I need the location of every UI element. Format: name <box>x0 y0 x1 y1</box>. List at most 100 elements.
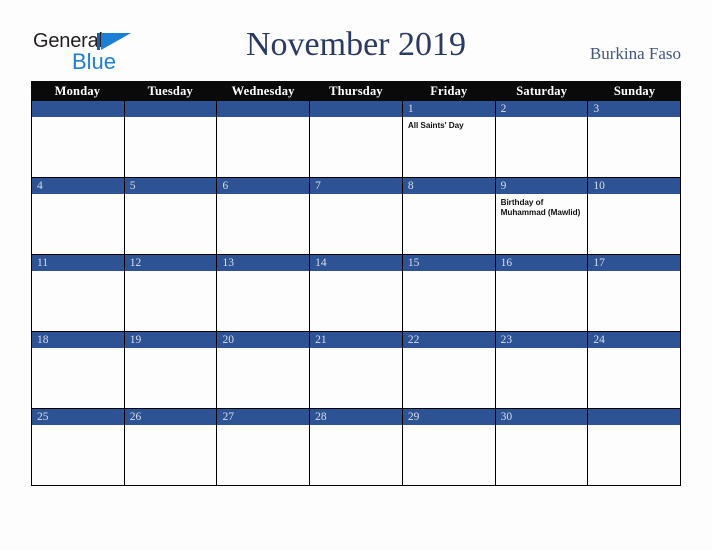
calendar-day-cell-1[interactable]: 1 All Saints' Day <box>402 101 496 178</box>
day-events <box>496 425 588 485</box>
calendar-day-cell-3[interactable]: 3 <box>588 101 681 178</box>
day-number: 13 <box>217 255 310 271</box>
day-events <box>310 348 402 408</box>
day-number: 17 <box>588 255 681 271</box>
calendar-day-cell-9[interactable]: 9 Birthday of Muhammad (Mawlid) <box>495 178 589 255</box>
calendar-day-cell-19[interactable]: 19 <box>124 332 218 409</box>
day-events <box>310 271 402 331</box>
calendar-day-cell-16[interactable]: 16 <box>495 255 589 332</box>
calendar-day-cell-15[interactable]: 15 <box>402 255 496 332</box>
day-number: 19 <box>124 332 217 348</box>
calendar-day-cell-4[interactable]: 4 <box>32 178 125 255</box>
country-label: Burkina Faso <box>589 44 681 63</box>
day-number: 26 <box>124 409 217 425</box>
day-number: 12 <box>124 255 217 271</box>
day-events <box>588 194 680 254</box>
calendar-day-cell-22[interactable]: 22 <box>402 332 496 409</box>
day-events <box>588 117 680 177</box>
day-number: 20 <box>217 332 310 348</box>
calendar-day-cell-18[interactable]: 18 <box>32 332 125 409</box>
day-number: 3 <box>588 101 681 117</box>
day-events <box>125 271 217 331</box>
calendar-week-row: 25 26 27 28 29 30 <box>32 409 681 485</box>
day-number: 25 <box>32 409 124 425</box>
day-events <box>217 271 309 331</box>
calendar-day-cell-empty[interactable] <box>588 409 681 485</box>
day-number: 1 <box>402 101 495 117</box>
day-number: 22 <box>402 332 495 348</box>
calendar-day-cell-21[interactable]: 21 <box>310 332 403 409</box>
calendar-week-row: 1 All Saints' Day 2 3 <box>32 101 681 178</box>
calendar-day-cell-17[interactable]: 17 <box>588 255 681 332</box>
calendar-day-cell-empty[interactable] <box>32 101 125 178</box>
calendar-day-cell-7[interactable]: 7 <box>310 178 403 255</box>
weekday-header-wednesday: Wednesday <box>231 84 295 98</box>
day-number: 24 <box>588 332 681 348</box>
day-number: 28 <box>310 409 402 425</box>
day-number: 11 <box>32 255 124 271</box>
day-events <box>496 117 588 177</box>
calendar-day-cell-6[interactable]: 6 <box>217 178 311 255</box>
day-number: 4 <box>32 178 124 194</box>
day-events <box>217 425 309 485</box>
day-number: 16 <box>495 255 588 271</box>
day-events <box>125 117 217 177</box>
calendar-day-cell-5[interactable]: 5 <box>124 178 218 255</box>
day-events <box>310 194 402 254</box>
calendar-day-cell-24[interactable]: 24 <box>588 332 681 409</box>
day-number: 18 <box>32 332 124 348</box>
day-number: 5 <box>124 178 217 194</box>
day-events: Birthday of Muhammad (Mawlid) <box>496 194 588 254</box>
calendar-weeks: 1 All Saints' Day 2 3 4 5 6 7 8 9 Birthday of Muha… <box>31 101 681 486</box>
holiday-event: All Saints' Day <box>407 121 464 130</box>
calendar-day-cell-2[interactable]: 2 <box>495 101 589 178</box>
day-events <box>403 194 495 254</box>
weekday-header-thursday: Thursday <box>329 84 383 98</box>
day-events <box>32 194 124 254</box>
day-events <box>217 348 309 408</box>
calendar-day-cell-27[interactable]: 27 <box>217 409 311 485</box>
day-number: 8 <box>402 178 495 194</box>
calendar-day-cell-empty[interactable] <box>310 101 403 178</box>
calendar-day-cell-12[interactable]: 12 <box>124 255 218 332</box>
calendar-day-cell-25[interactable]: 25 <box>32 409 125 485</box>
day-events <box>403 271 495 331</box>
day-number: 9 <box>495 178 588 194</box>
day-events <box>310 117 402 177</box>
weekday-header-saturday: Saturday <box>516 84 568 98</box>
weekday-header-friday: Friday <box>430 84 468 98</box>
day-events <box>588 425 680 485</box>
calendar-day-cell-26[interactable]: 26 <box>124 409 218 485</box>
day-number: 23 <box>495 332 588 348</box>
calendar-day-cell-29[interactable]: 29 <box>402 409 496 485</box>
day-number: 30 <box>495 409 588 425</box>
day-number: 10 <box>588 178 681 194</box>
weekday-header-row: Monday Tuesday Wednesday Thursday Friday Satu… <box>31 81 681 101</box>
calendar-grid: Monday Tuesday Wednesday Thursday Friday Satu… <box>31 81 681 486</box>
calendar-day-cell-28[interactable]: 28 <box>310 409 403 485</box>
calendar-day-cell-11[interactable]: 11 <box>32 255 125 332</box>
calendar-day-cell-empty[interactable] <box>217 101 311 178</box>
holiday-event: Birthday of Muhammad (Mawlid) <box>500 198 581 217</box>
calendar-day-cell-empty[interactable] <box>124 101 218 178</box>
calendar-day-cell-10[interactable]: 10 <box>588 178 681 255</box>
calendar-day-cell-23[interactable]: 23 <box>495 332 589 409</box>
calendar-day-cell-30[interactable]: 30 <box>495 409 589 485</box>
day-events <box>496 348 588 408</box>
day-events <box>32 425 124 485</box>
day-events <box>125 194 217 254</box>
day-events <box>588 348 680 408</box>
day-events: All Saints' Day <box>403 117 495 177</box>
day-number: 6 <box>217 178 310 194</box>
calendar-day-cell-14[interactable]: 14 <box>310 255 403 332</box>
day-events <box>125 348 217 408</box>
day-events <box>125 425 217 485</box>
day-number: 15 <box>402 255 495 271</box>
calendar-day-cell-13[interactable]: 13 <box>217 255 311 332</box>
day-number: 21 <box>310 332 402 348</box>
day-number <box>32 101 124 117</box>
calendar-day-cell-20[interactable]: 20 <box>217 332 311 409</box>
day-number <box>217 101 310 117</box>
calendar-day-cell-8[interactable]: 8 <box>402 178 496 255</box>
calendar-week-row: 18 19 20 21 22 23 24 <box>32 332 681 409</box>
